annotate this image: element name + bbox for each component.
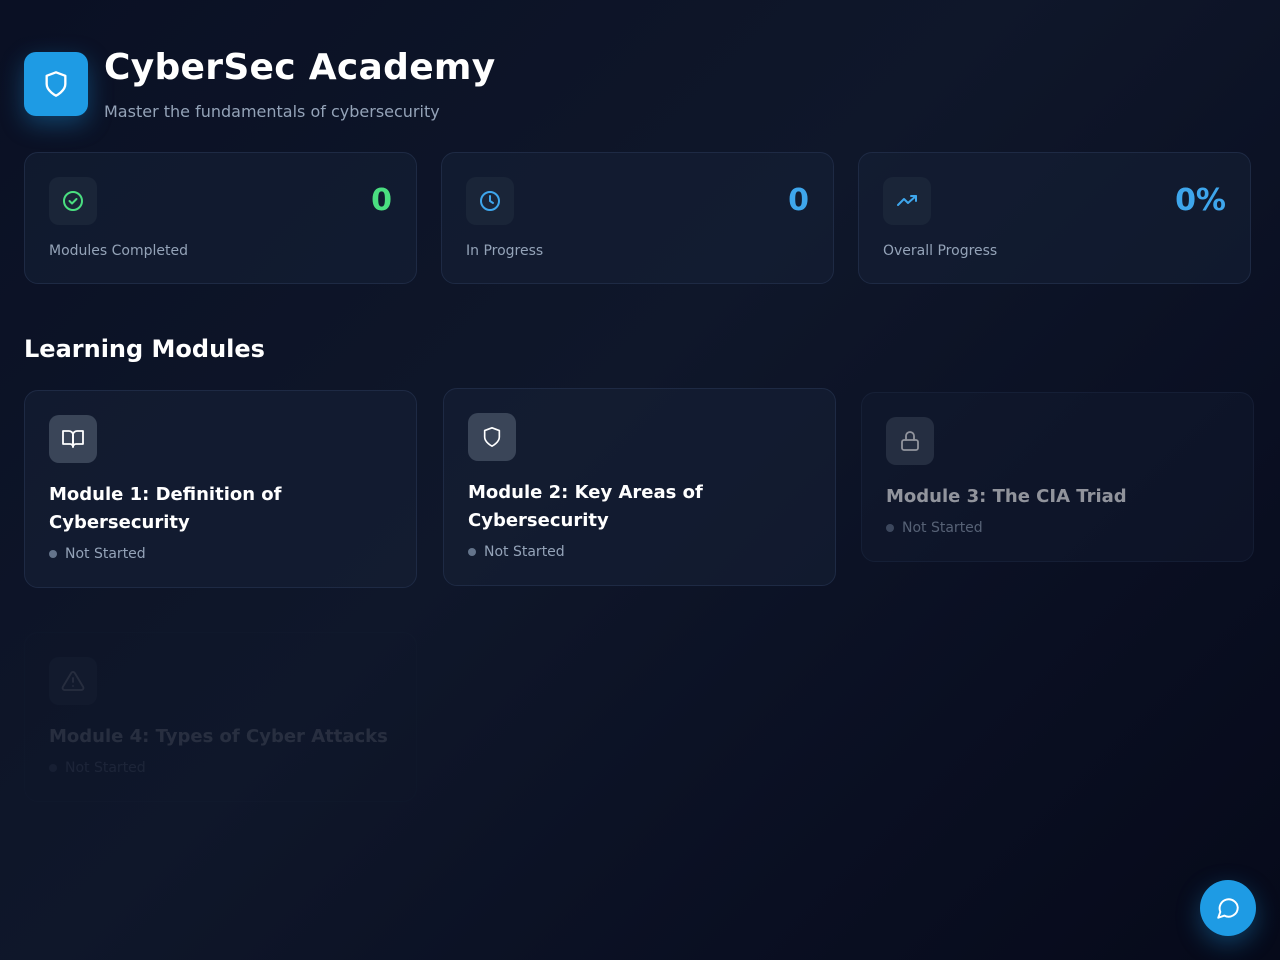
stat-label-modules-completed: Modules Completed — [49, 243, 189, 259]
stat-card-in-progress: 0 In Progress — [441, 152, 834, 284]
lock-icon — [901, 431, 919, 451]
module-status-label: Not Started — [65, 760, 146, 776]
app-header: CyberSec Academy Master the fundamentals… — [24, 47, 496, 121]
module-title: Module 1: Definition of Cybersecurity — [49, 484, 282, 533]
app-subtitle: Master the fundamentals of cybersecurity — [104, 102, 440, 121]
stat-label-in-progress: In Progress — [466, 243, 544, 259]
stat-icon-wrapper — [49, 177, 97, 225]
stat-value-in-progress: 0 — [788, 183, 809, 218]
shield-icon — [483, 427, 501, 447]
stat-label-overall-progress: Overall Progress — [883, 243, 998, 259]
check-circle-icon — [63, 191, 83, 211]
module-card-3[interactable]: Module 3: The CIA Triad Not Started — [861, 392, 1254, 562]
module-status-label: Not Started — [65, 546, 146, 562]
stat-value-overall-progress: 0% — [1175, 183, 1226, 218]
module-status-label: Not Started — [902, 520, 983, 536]
section-title-learning-modules: Learning Modules — [24, 335, 265, 363]
clock-icon — [480, 191, 500, 211]
status-dot — [886, 524, 894, 532]
module-status: Not Started — [49, 760, 392, 776]
chat-button[interactable] — [1200, 880, 1256, 936]
status-dot — [49, 550, 57, 558]
module-status: Not Started — [886, 520, 1229, 536]
module-status: Not Started — [468, 544, 811, 560]
stat-icon-wrapper — [883, 177, 931, 225]
module-card-2[interactable]: Module 2: Key Areas of Cybersecurity Not… — [443, 388, 836, 586]
stat-value-modules-completed: 0 — [371, 183, 392, 218]
status-dot — [468, 548, 476, 556]
stat-card-overall-progress: 0% Overall Progress — [858, 152, 1251, 284]
status-dot — [49, 764, 57, 772]
module-status-label: Not Started — [484, 544, 565, 560]
stat-card-modules-completed: 0 Modules Completed — [24, 152, 417, 284]
module-card-1[interactable]: Module 1: Definition of Cybersecurity No… — [24, 390, 417, 588]
app-title: CyberSec Academy — [104, 47, 496, 88]
stat-icon-wrapper — [466, 177, 514, 225]
book-open-icon — [62, 430, 84, 448]
module-icon-wrapper — [49, 415, 97, 463]
shield-icon — [45, 71, 67, 97]
message-circle-icon — [1217, 898, 1239, 919]
module-icon-wrapper — [49, 657, 97, 705]
module-card-4[interactable]: Module 4: Types of Cyber Attacks Not Sta… — [24, 632, 417, 802]
module-icon-wrapper — [468, 413, 516, 461]
module-icon-wrapper — [886, 417, 934, 465]
stats-row: 0 Modules Completed 0 In Progress 0% Ove… — [24, 152, 1251, 284]
module-title: Module 3: The CIA Triad — [886, 486, 1127, 507]
app-logo — [24, 52, 88, 116]
alert-triangle-icon — [61, 671, 85, 691]
trending-up-icon — [897, 195, 917, 206]
module-status: Not Started — [49, 546, 392, 562]
module-title: Module 2: Key Areas of Cybersecurity — [468, 482, 703, 531]
module-title: Module 4: Types of Cyber Attacks — [49, 726, 388, 747]
